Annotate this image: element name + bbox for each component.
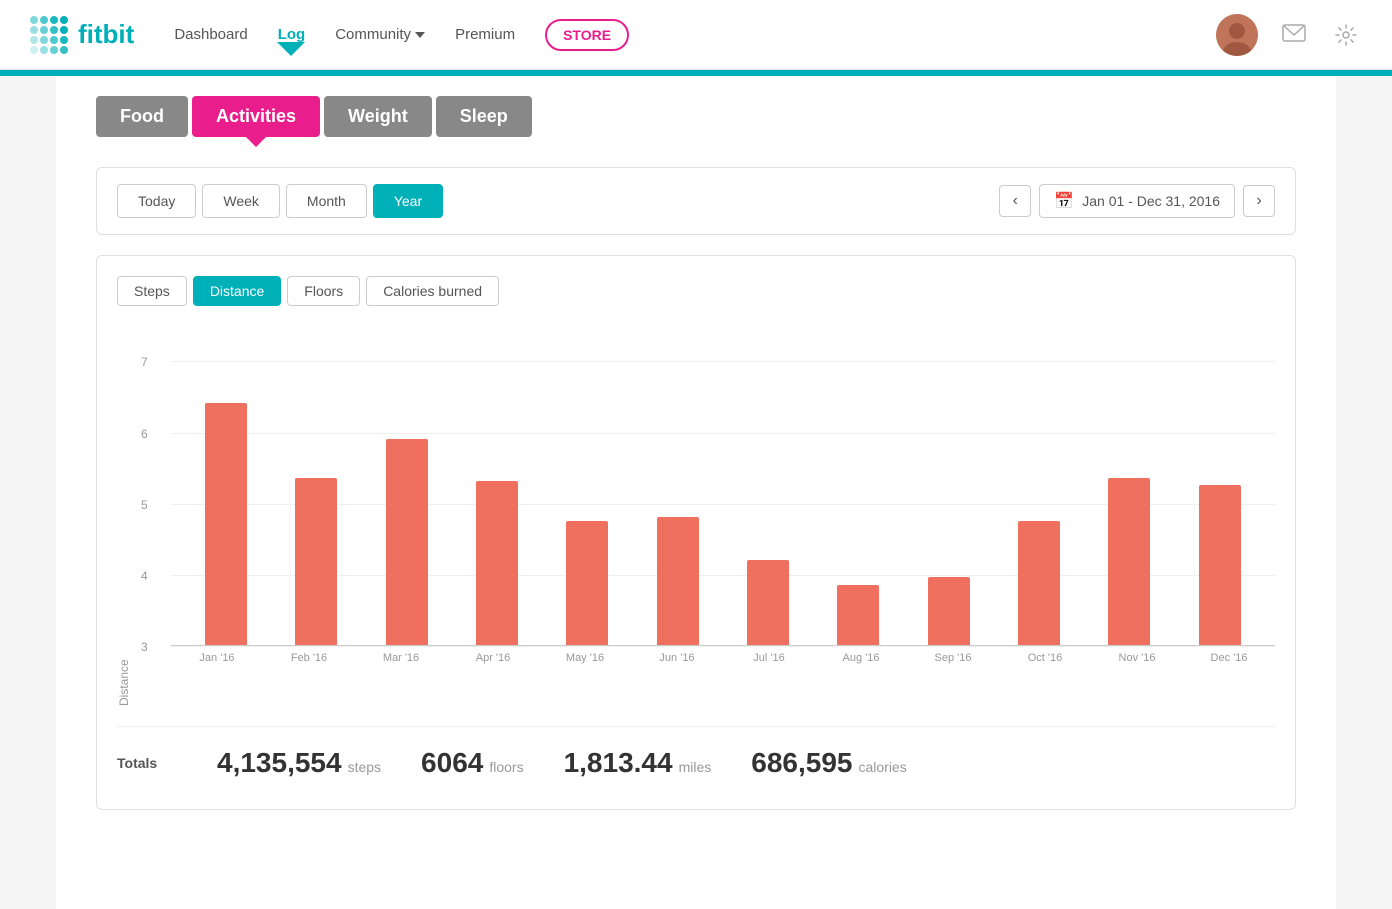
logo[interactable]: fitbit (30, 16, 134, 54)
tab-food[interactable]: Food (96, 96, 188, 137)
period-month[interactable]: Month (286, 184, 367, 218)
total-miles-value: 1,813.44 (564, 747, 673, 779)
calendar-icon: 📅 (1054, 191, 1074, 211)
grid-line-3: 3 (171, 646, 1275, 647)
chart-card: Steps Distance Floors Calories burned Di… (96, 255, 1296, 810)
nav-active-indicator (277, 42, 305, 56)
tab-activities[interactable]: Activities (192, 96, 320, 137)
settings-icon[interactable] (1330, 19, 1362, 51)
x-label-11: Dec '16 (1208, 652, 1250, 664)
total-calories-value: 686,595 (751, 747, 852, 779)
bar-jul'16[interactable] (747, 560, 789, 645)
next-date-button[interactable]: › (1243, 185, 1275, 217)
total-floors-unit: floors (489, 759, 523, 775)
chart-tab-floors[interactable]: Floors (287, 276, 360, 306)
x-label-3: Apr '16 (472, 652, 514, 664)
chart-tab-distance[interactable]: Distance (193, 276, 281, 306)
total-steps-unit: steps (348, 759, 381, 775)
x-label-7: Aug '16 (840, 652, 882, 664)
nav-log[interactable]: Log (278, 26, 306, 43)
x-label-5: Jun '16 (656, 652, 698, 664)
logo-grid-icon (30, 16, 68, 54)
period-buttons: Today Week Month Year (117, 184, 443, 218)
chevron-down-icon (415, 32, 425, 38)
x-label-2: Mar '16 (380, 652, 422, 664)
bar-nov'16[interactable] (1108, 478, 1150, 645)
bar-apr'16[interactable] (476, 481, 518, 645)
grid-label-6: 6 (141, 427, 148, 441)
x-label-1: Feb '16 (288, 652, 330, 664)
period-today[interactable]: Today (117, 184, 196, 218)
nav-links: Dashboard Log Community Premium STORE (174, 19, 1216, 51)
grid-label-4: 4 (141, 569, 148, 583)
brand-name: fitbit (78, 19, 134, 50)
bar-oct'16[interactable] (1018, 521, 1060, 645)
chart-wrapper: Distance 7 6 5 (117, 326, 1275, 706)
bars-container (171, 326, 1275, 645)
x-label-6: Jul '16 (748, 652, 790, 664)
tab-sleep[interactable]: Sleep (436, 96, 532, 137)
total-steps-value: 4,135,554 (217, 747, 342, 779)
nav-premium[interactable]: Premium (455, 26, 515, 43)
totals-bar: Totals 4,135,554 steps 6064 floors 1,813… (117, 726, 1275, 789)
grid-label-5: 5 (141, 498, 148, 512)
total-calories: 686,595 calories (751, 747, 906, 779)
x-label-0: Jan '16 (196, 652, 238, 664)
totals-label: Totals (117, 755, 177, 771)
date-display: 📅 Jan 01 - Dec 31, 2016 (1039, 184, 1235, 218)
nav-dashboard[interactable]: Dashboard (174, 26, 247, 43)
content-area: Food Activities Weight Sleep Today Week … (56, 76, 1336, 909)
bar-feb'16[interactable] (295, 478, 337, 645)
total-floors-value: 6064 (421, 747, 483, 779)
nav-community[interactable]: Community (335, 26, 425, 43)
chart-tabs: Steps Distance Floors Calories burned (117, 276, 1275, 306)
date-nav: ‹ 📅 Jan 01 - Dec 31, 2016 › (999, 184, 1275, 218)
sub-tabs: Food Activities Weight Sleep (96, 96, 1296, 137)
x-label-4: May '16 (564, 652, 606, 664)
grid-label-3: 3 (141, 640, 148, 654)
nav-right (1216, 14, 1362, 56)
chart-tab-steps[interactable]: Steps (117, 276, 187, 306)
x-label-9: Oct '16 (1024, 652, 1066, 664)
total-floors: 6064 floors (421, 747, 524, 779)
date-range-text: Jan 01 - Dec 31, 2016 (1082, 193, 1220, 209)
bar-mar'16[interactable] (386, 439, 428, 645)
bar-may'16[interactable] (566, 521, 608, 645)
total-miles: 1,813.44 miles (564, 747, 712, 779)
period-year[interactable]: Year (373, 184, 443, 218)
store-button[interactable]: STORE (545, 19, 629, 51)
chart-tab-calories[interactable]: Calories burned (366, 276, 499, 306)
bar-dec'16[interactable] (1199, 485, 1241, 645)
sub-tab-indicator (246, 137, 266, 147)
bar-sep'16[interactable] (928, 577, 970, 645)
grid-label-7: 7 (141, 355, 148, 369)
nav-log-wrapper: Log (278, 26, 306, 44)
messages-icon[interactable] (1278, 19, 1310, 51)
filter-bar: Today Week Month Year ‹ 📅 Jan 01 - Dec 3… (96, 167, 1296, 235)
bar-jun'16[interactable] (657, 517, 699, 645)
total-steps: 4,135,554 steps (217, 747, 381, 779)
nav-community-link[interactable]: Community (335, 26, 411, 43)
bar-aug'16[interactable] (837, 585, 879, 645)
total-calories-unit: calories (858, 759, 906, 775)
bar-jan'16[interactable] (205, 403, 247, 645)
x-label-10: Nov '16 (1116, 652, 1158, 664)
x-label-8: Sep '16 (932, 652, 974, 664)
x-axis: Jan '16 Feb '16 Mar '16 Apr '16 May '16 Jun '… (171, 646, 1275, 664)
period-week[interactable]: Week (202, 184, 280, 218)
prev-date-button[interactable]: ‹ (999, 185, 1031, 217)
navbar: fitbit Dashboard Log Community Premium S… (0, 0, 1392, 70)
y-axis-label: Distance (117, 326, 131, 706)
tab-weight[interactable]: Weight (324, 96, 432, 137)
avatar[interactable] (1216, 14, 1258, 56)
total-miles-unit: miles (679, 759, 712, 775)
